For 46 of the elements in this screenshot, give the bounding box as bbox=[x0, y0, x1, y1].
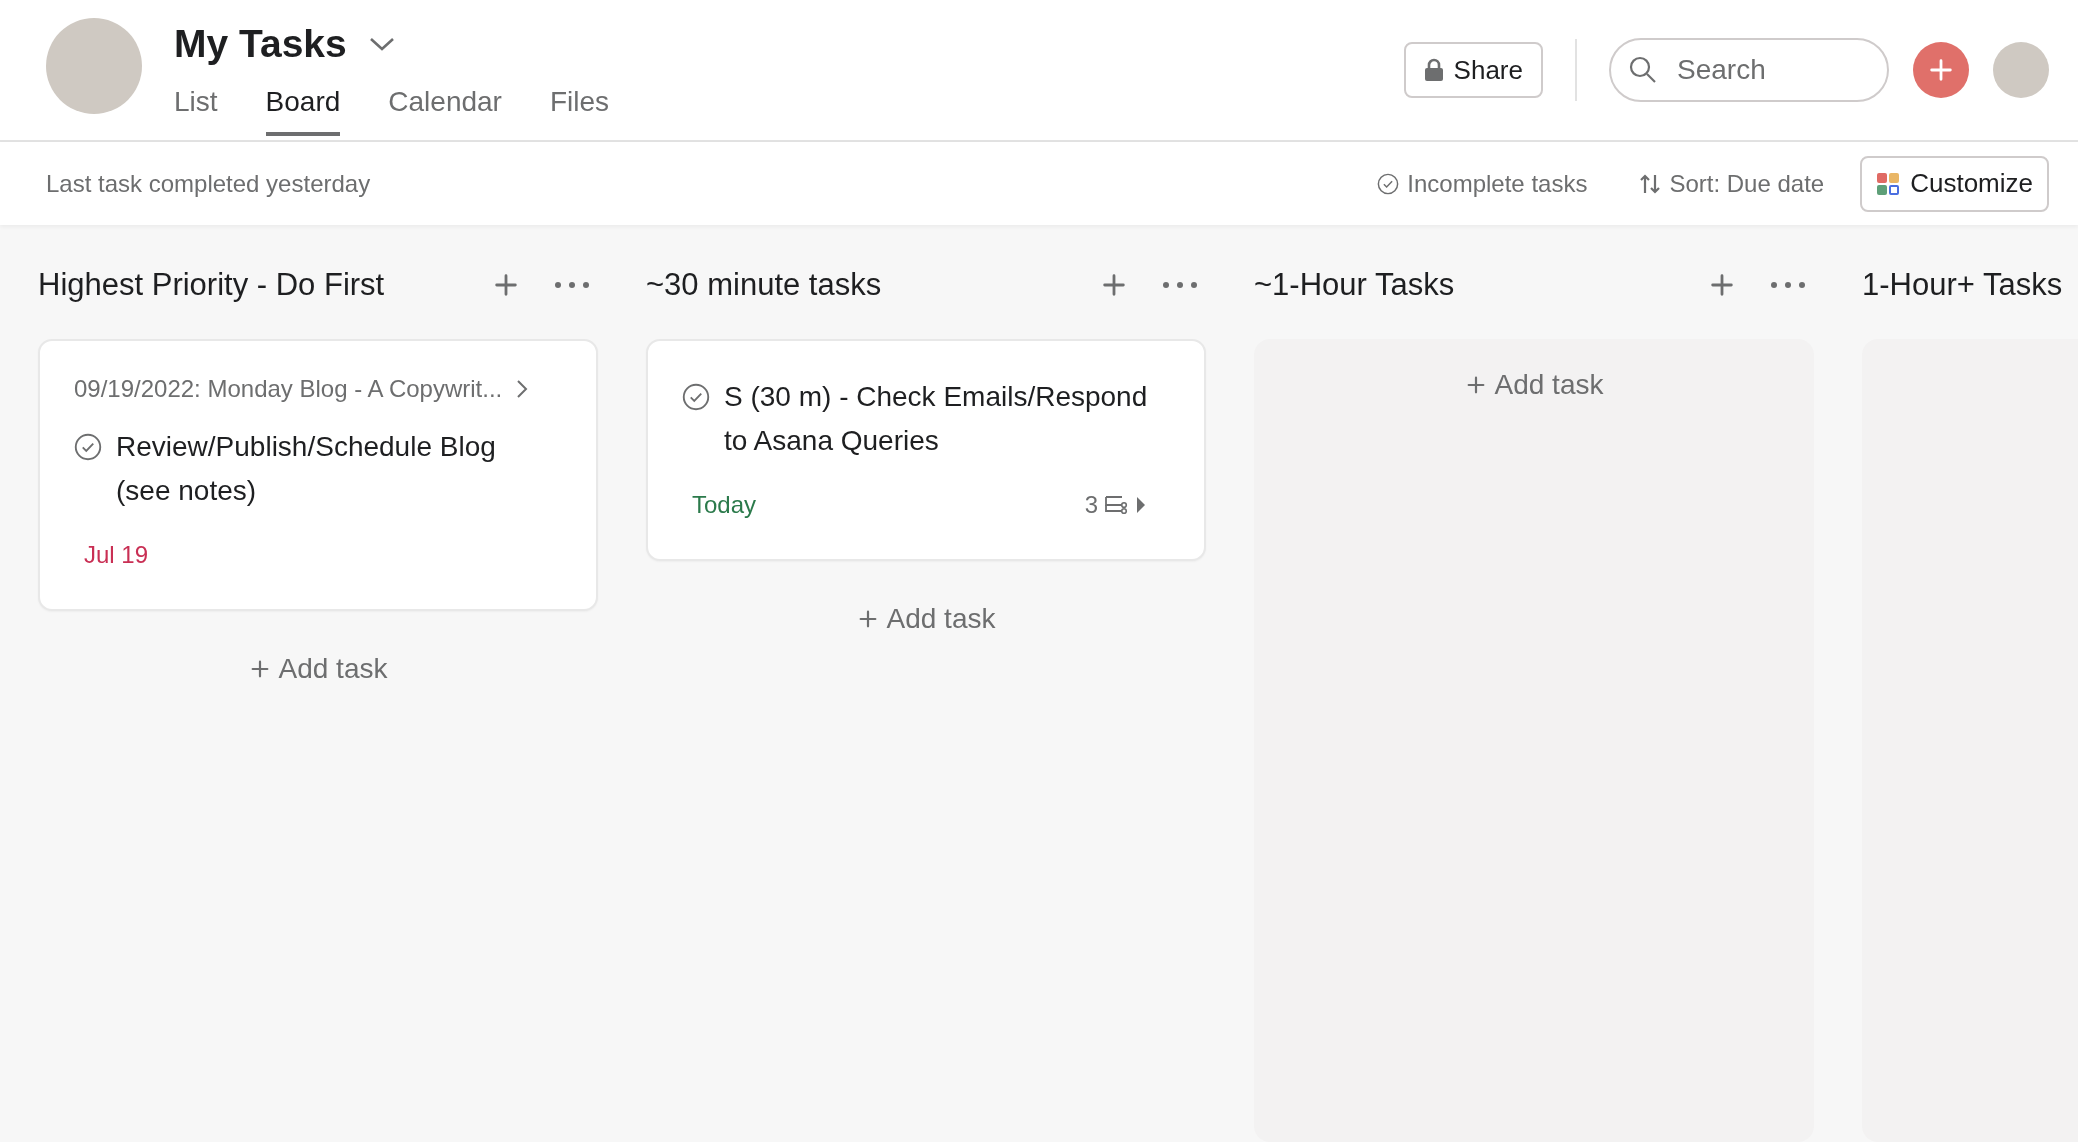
subtask-count: 3 bbox=[1084, 491, 1098, 519]
column-title: ~1-Hour Tasks bbox=[1254, 267, 1455, 303]
status-text: Last task completed yesterday bbox=[46, 169, 371, 198]
add-task-button[interactable]: Add task bbox=[238, 631, 398, 707]
lock-icon bbox=[1423, 58, 1444, 82]
search-icon bbox=[1629, 56, 1657, 84]
check-circle-icon bbox=[1377, 172, 1400, 195]
view-tab[interactable]: Files bbox=[549, 86, 610, 136]
task-card[interactable]: S (30 m) - Check Emails/Respond to Asana Queries Today 3 bbox=[646, 339, 1206, 561]
add-task-button[interactable]: Add task bbox=[1454, 339, 1614, 431]
task-name: Review/Publish/Schedule Blog (see notes) bbox=[116, 430, 497, 508]
view-tab[interactable]: List bbox=[174, 86, 218, 136]
task-name: S (30 m) - Check Emails/Respond to Asana Queries bbox=[724, 380, 1149, 458]
chevron-down-icon[interactable] bbox=[368, 36, 395, 52]
user-avatar bbox=[1993, 42, 2049, 98]
more-icon[interactable] bbox=[1770, 281, 1806, 289]
add-task-button[interactable]: Add task bbox=[846, 581, 1006, 657]
task-card[interactable]: 09/19/2022: Monday Blog - A Copywrit... Review/Publish/Schedule Blog (see notes) Jul 19 bbox=[38, 339, 598, 611]
column-title: 1-Hour+ Tasks bbox=[1862, 267, 2063, 303]
view-tab[interactable]: Board bbox=[265, 86, 341, 136]
more-icon[interactable] bbox=[1162, 281, 1198, 289]
column-title: Highest Priority - Do First bbox=[38, 267, 385, 303]
check-circle-icon[interactable] bbox=[682, 383, 710, 411]
more-icon[interactable] bbox=[554, 281, 590, 289]
subtasks-icon[interactable] bbox=[1104, 495, 1130, 515]
filter-button[interactable]: Incomplete tasks bbox=[1377, 169, 1588, 198]
caret-right-icon[interactable] bbox=[1136, 495, 1146, 515]
sort-button[interactable]: Sort: Due date bbox=[1639, 169, 1825, 198]
page-title: My Tasks bbox=[174, 22, 347, 66]
check-circle-icon[interactable] bbox=[74, 433, 102, 461]
search-field[interactable]: Search bbox=[1609, 38, 1889, 102]
grid-icon bbox=[1876, 171, 1901, 196]
sort-arrows-icon bbox=[1639, 172, 1662, 195]
plus-icon bbox=[1927, 56, 1955, 84]
view-tab[interactable]: Calendar bbox=[388, 86, 502, 136]
customize-button[interactable]: Customize bbox=[1860, 155, 2049, 212]
column-title: ~30 minute tasks bbox=[646, 267, 882, 303]
due-date: Today bbox=[692, 491, 757, 519]
plus-icon[interactable] bbox=[1708, 271, 1736, 299]
due-date: Jul 19 bbox=[84, 541, 149, 569]
share-button[interactable]: Share bbox=[1403, 42, 1543, 98]
project-link[interactable]: 09/19/2022: Monday Blog - A Copywrit... bbox=[74, 375, 503, 403]
chevron-right-icon[interactable] bbox=[516, 379, 529, 399]
plus-icon[interactable] bbox=[1100, 271, 1128, 299]
plus-icon[interactable] bbox=[492, 271, 520, 299]
add-button[interactable] bbox=[1913, 42, 1969, 98]
